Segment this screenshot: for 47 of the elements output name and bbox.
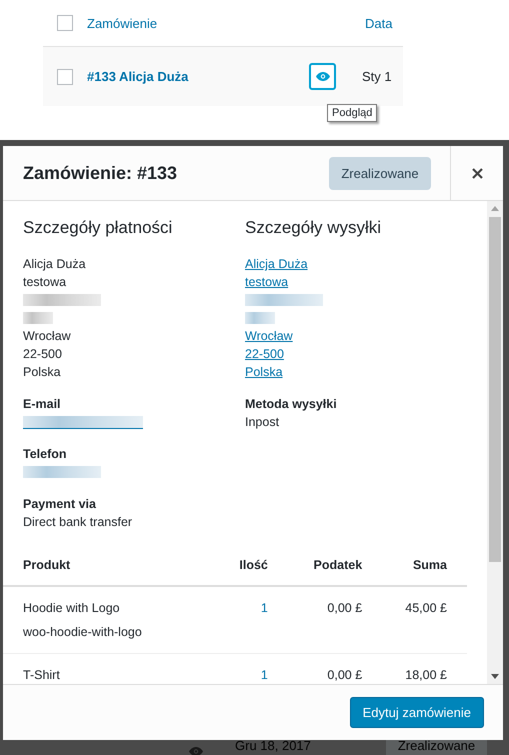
- address-line: Polska: [23, 364, 62, 381]
- column-header: Produkt: [3, 545, 222, 586]
- blurred-text: [245, 312, 275, 324]
- section-heading: Szczegóły płatności: [23, 218, 174, 238]
- field-value: Inpost: [245, 414, 280, 431]
- quantity-cell: 1: [221, 586, 288, 654]
- order-date: Sty 1: [362, 69, 392, 84]
- modal-title: Zamówienie: #133: [23, 162, 178, 184]
- field-label: Metoda wysyłki: [245, 396, 338, 413]
- product-sku: woo-hoodie-with-logo: [23, 624, 143, 641]
- tax-cell: 0,00 £: [288, 586, 382, 654]
- blurred-text: [23, 312, 53, 324]
- field-label: E-mail: [23, 396, 62, 413]
- address-link[interactable]: Polska: [245, 363, 467, 381]
- address-line: Alicja Duża: [23, 256, 87, 273]
- field-value: Direct bank transfer: [23, 514, 134, 531]
- scroll-up-icon[interactable]: [491, 206, 499, 211]
- scroll-down-icon[interactable]: [491, 674, 499, 679]
- column-header[interactable]: Zamówienie: [87, 16, 365, 30]
- scrollbar[interactable]: [487, 201, 503, 684]
- product-name: T-Shirt: [23, 667, 61, 684]
- column-header: Suma: [382, 545, 467, 586]
- eye-icon: [316, 72, 330, 81]
- close-icon: [472, 168, 482, 178]
- checkbox[interactable]: [57, 15, 73, 31]
- section-heading: Szczegóły wysyłki: [245, 218, 382, 238]
- field-label: Telefon: [23, 446, 68, 463]
- field-label: Payment via: [23, 496, 97, 513]
- status-button[interactable]: Zrealizowane: [329, 156, 431, 190]
- address-link[interactable]: 22-500: [245, 345, 467, 363]
- address-link[interactable]: Wrocław: [245, 327, 467, 345]
- preview-button[interactable]: [309, 63, 336, 90]
- address-line: Wrocław: [23, 328, 72, 345]
- address-line: 22-500: [23, 346, 63, 363]
- column-header: Podatek: [288, 545, 382, 586]
- address-link[interactable]: Alicja Duża: [245, 255, 467, 273]
- column-header[interactable]: Data: [365, 16, 392, 30]
- order-link[interactable]: #133 Alicja Duża: [87, 69, 309, 84]
- product-name: Hoodie with Logo: [23, 600, 121, 617]
- checkbox[interactable]: [57, 68, 73, 84]
- column-header: Ilość: [221, 545, 288, 586]
- edit-order-button[interactable]: Edytuj zamówienie: [350, 697, 484, 728]
- tooltip: Podgląd: [327, 104, 378, 122]
- address-line: testowa: [23, 274, 68, 291]
- address-link[interactable]: testowa: [245, 273, 467, 291]
- order-date: Gru 18, 2017: [235, 738, 311, 753]
- total-cell: 45,00 £: [382, 586, 467, 654]
